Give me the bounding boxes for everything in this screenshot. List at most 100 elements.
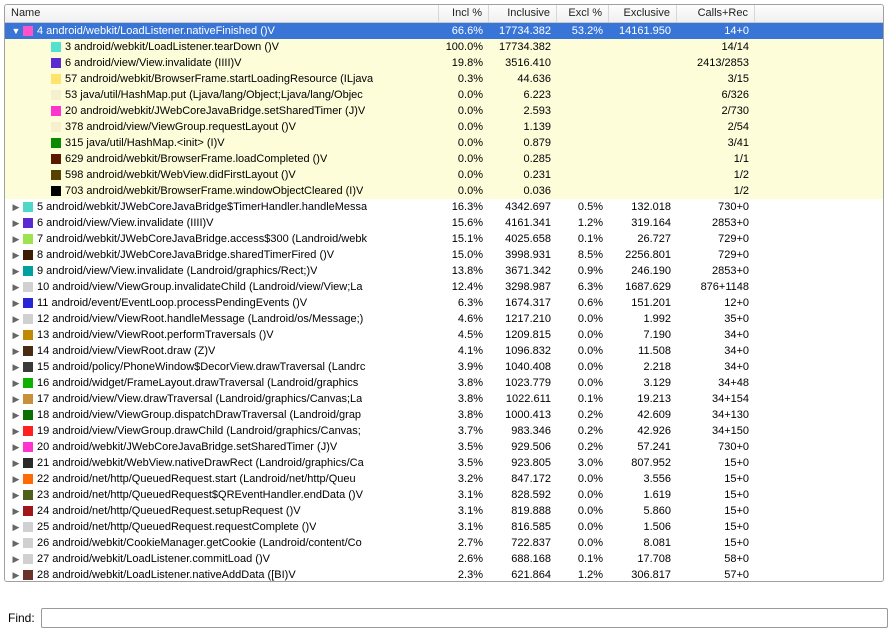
- incl-cell: 722.837: [489, 535, 557, 551]
- disclosure-right-icon[interactable]: ▶: [11, 359, 21, 375]
- table-row[interactable]: ▶ 9 android/view/View.invalidate (Landroi…: [5, 263, 883, 279]
- table-row[interactable]: 3 android/webkit/LoadListener.tearDown (…: [5, 39, 883, 55]
- calls-cell: 2/54: [677, 119, 755, 135]
- table-row[interactable]: ▶27 android/webkit/LoadListener.commitLo…: [5, 551, 883, 567]
- table-row[interactable]: 20 android/webkit/JWebCoreJavaBridge.set…: [5, 103, 883, 119]
- color-swatch-icon: [23, 538, 33, 548]
- disclosure-right-icon[interactable]: ▶: [11, 279, 21, 295]
- color-swatch-icon: [23, 426, 33, 436]
- table-row[interactable]: 598 android/webkit/WebView.didFirstLayou…: [5, 167, 883, 183]
- exclp-cell: 1.2%: [557, 567, 609, 581]
- disclosure-right-icon[interactable]: ▶: [11, 215, 21, 231]
- table-row[interactable]: ▶8 android/webkit/JWebCoreJavaBridge.sha…: [5, 247, 883, 263]
- table-row[interactable]: 703 android/webkit/BrowserFrame.windowOb…: [5, 183, 883, 199]
- disclosure-right-icon[interactable]: ▶: [11, 439, 21, 455]
- inclp-cell: 0.0%: [439, 183, 489, 199]
- disclosure-right-icon[interactable]: ▶: [11, 231, 21, 247]
- table-row[interactable]: ▶5 android/webkit/JWebCoreJavaBridge$Tim…: [5, 199, 883, 215]
- disclosure-right-icon[interactable]: ▶: [11, 407, 21, 423]
- disclosure-right-icon[interactable]: ▶: [11, 423, 21, 439]
- table-row[interactable]: 6 android/view/View.invalidate (IIII)V19…: [5, 55, 883, 71]
- disclosure-right-icon[interactable]: ▶: [11, 503, 21, 519]
- method-label: 24 android/net/http/QueuedRequest.setupR…: [37, 503, 301, 519]
- table-row[interactable]: 378 android/view/ViewGroup.requestLayout…: [5, 119, 883, 135]
- table-row[interactable]: ▶23 android/net/http/QueuedRequest$QREve…: [5, 487, 883, 503]
- disclosure-right-icon[interactable]: ▶: [11, 391, 21, 407]
- excl-cell: 8.081: [609, 535, 677, 551]
- inclp-cell: 3.2%: [439, 471, 489, 487]
- disclosure-right-icon[interactable]: ▶: [11, 343, 21, 359]
- calls-cell: 6/326: [677, 87, 755, 103]
- table-row[interactable]: ▼ 4 android/webkit/LoadListener.nativeFin…: [5, 23, 883, 39]
- excl-cell: 1.992: [609, 311, 677, 327]
- table-row[interactable]: ▶28 android/webkit/LoadListener.nativeAd…: [5, 567, 883, 581]
- method-label: 4 android/webkit/LoadListener.nativeFini…: [37, 23, 275, 39]
- calls-cell: 57+0: [677, 567, 755, 581]
- table-row[interactable]: ▶20 android/webkit/JWebCoreJavaBridge.se…: [5, 439, 883, 455]
- disclosure-down-icon[interactable]: ▼: [11, 23, 21, 39]
- table-row[interactable]: 315 java/util/HashMap.<init> (I)V0.0%0.8…: [5, 135, 883, 151]
- excl-cell: 7.190: [609, 327, 677, 343]
- table-row[interactable]: ▶7 android/webkit/JWebCoreJavaBridge.acc…: [5, 231, 883, 247]
- exclp-cell: 0.2%: [557, 439, 609, 455]
- name-cell: ▶17 android/view/View.drawTraversal (Lan…: [5, 391, 439, 407]
- exclp-cell: [557, 55, 609, 71]
- disclosure-right-icon[interactable]: ▶: [11, 327, 21, 343]
- col-exclusive[interactable]: Exclusive: [609, 5, 677, 22]
- table-row[interactable]: 57 android/webkit/BrowserFrame.startLoad…: [5, 71, 883, 87]
- table-row[interactable]: ▶12 android/view/ViewRoot.handleMessage …: [5, 311, 883, 327]
- col-calls-rec[interactable]: Calls+Rec: [677, 5, 755, 22]
- table-row[interactable]: ▶ 11 android/event/EventLoop.processPendi…: [5, 295, 883, 311]
- disclosure-right-icon[interactable]: ▶: [11, 375, 21, 391]
- disclosure-right-icon[interactable]: ▶: [11, 455, 21, 471]
- table-row[interactable]: ▶22 android/net/http/QueuedRequest.start…: [5, 471, 883, 487]
- table-row[interactable]: ▶26 android/webkit/CookieManager.getCook…: [5, 535, 883, 551]
- calls-cell: 14/14: [677, 39, 755, 55]
- table-row[interactable]: ▶14 android/view/ViewRoot.draw (Z)V4.1%1…: [5, 343, 883, 359]
- disclosure-right-icon[interactable]: ▶: [11, 551, 21, 567]
- method-label: 16 android/widget/FrameLayout.drawTraver…: [37, 375, 358, 391]
- table-row[interactable]: ▶15 android/policy/PhoneWindow$DecorView…: [5, 359, 883, 375]
- method-label: 11 android/event/EventLoop.processPendin…: [37, 295, 307, 311]
- disclosure-right-icon[interactable]: ▶: [11, 519, 21, 535]
- table-row[interactable]: 629 android/webkit/BrowserFrame.loadComp…: [5, 151, 883, 167]
- table-row[interactable]: ▶17 android/view/View.drawTraversal (Lan…: [5, 391, 883, 407]
- col-inclusive[interactable]: Inclusive: [489, 5, 557, 22]
- disclosure-right-icon[interactable]: ▶: [11, 471, 21, 487]
- find-input[interactable]: [41, 608, 888, 628]
- calls-cell: 729+0: [677, 231, 755, 247]
- table-row[interactable]: ▶ 24 android/net/http/QueuedRequest.setup…: [5, 503, 883, 519]
- excl-cell: [609, 135, 677, 151]
- disclosure-right-icon[interactable]: ▶: [11, 199, 21, 215]
- excl-cell: 807.952: [609, 455, 677, 471]
- col-excl-pct[interactable]: Excl %: [557, 5, 609, 22]
- table-row[interactable]: 53 java/util/HashMap.put (Ljava/lang/Obj…: [5, 87, 883, 103]
- table-row[interactable]: ▶13 android/view/ViewRoot.performTravers…: [5, 327, 883, 343]
- disclosure-right-icon[interactable]: ▶: [11, 487, 21, 503]
- table-row[interactable]: ▶25 android/net/http/QueuedRequest.reque…: [5, 519, 883, 535]
- table-row[interactable]: ▶ 16 android/widget/FrameLayout.drawTrave…: [5, 375, 883, 391]
- name-cell: ▶7 android/webkit/JWebCoreJavaBridge.acc…: [5, 231, 439, 247]
- inclp-cell: 2.7%: [439, 535, 489, 551]
- table-body[interactable]: ▼ 4 android/webkit/LoadListener.nativeFin…: [5, 23, 883, 581]
- name-cell: ▶12 android/view/ViewRoot.handleMessage …: [5, 311, 439, 327]
- table-row[interactable]: ▶10 android/view/ViewGroup.invalidateChi…: [5, 279, 883, 295]
- col-incl-pct[interactable]: Incl %: [439, 5, 489, 22]
- table-row[interactable]: ▶6 android/view/View.invalidate (IIII)V1…: [5, 215, 883, 231]
- disclosure-right-icon[interactable]: ▶: [11, 247, 21, 263]
- disclosure-right-icon[interactable]: ▶: [11, 311, 21, 327]
- find-label: Find:: [4, 611, 35, 625]
- disclosure-right-icon[interactable]: ▶: [11, 567, 21, 581]
- method-label: 18 android/view/ViewGroup.dispatchDrawTr…: [37, 407, 361, 423]
- method-label: 9 android/view/View.invalidate (Landroid…: [37, 263, 317, 279]
- calls-cell: 34+0: [677, 327, 755, 343]
- table-row[interactable]: ▶ 18 android/view/ViewGroup.dispatchDrawT…: [5, 407, 883, 423]
- disclosure-right-icon[interactable]: ▶: [11, 295, 21, 311]
- col-name[interactable]: Name: [5, 5, 439, 22]
- disclosure-right-icon[interactable]: ▶: [11, 535, 21, 551]
- calls-cell: 730+0: [677, 439, 755, 455]
- table-row[interactable]: ▶19 android/view/ViewGroup.drawChild (La…: [5, 423, 883, 439]
- table-row[interactable]: ▶21 android/webkit/WebView.nativeDrawRec…: [5, 455, 883, 471]
- disclosure-right-icon[interactable]: ▶: [11, 263, 21, 279]
- incl-cell: 0.879: [489, 135, 557, 151]
